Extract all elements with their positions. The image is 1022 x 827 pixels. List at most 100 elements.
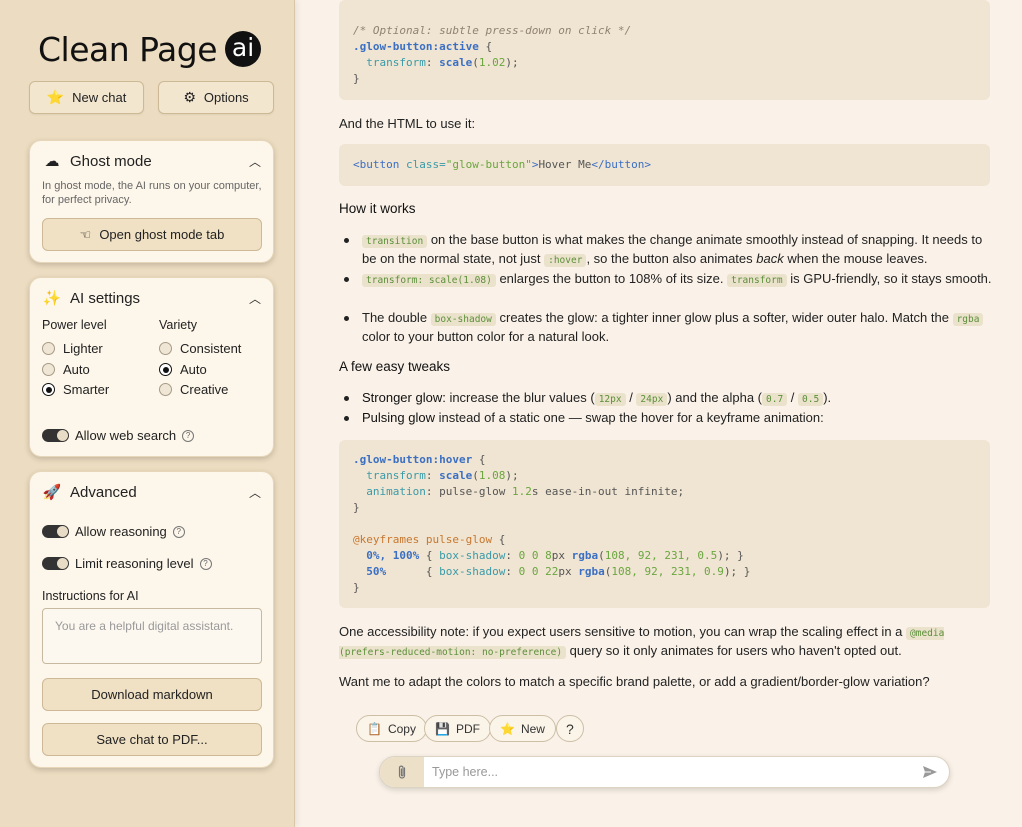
message-input-bar: Type here...: [379, 756, 950, 788]
section-heading: A few easy tweaks: [339, 359, 451, 374]
options-button[interactable]: ⚙ Options: [158, 81, 274, 114]
power-option-smarter[interactable]: Smarter: [42, 382, 109, 397]
new-chat-label: New chat: [72, 90, 127, 105]
bullet-text: transition on the base button is what ma…: [362, 232, 983, 267]
variety-option-creative[interactable]: Creative: [159, 382, 228, 397]
power-option-auto[interactable]: Auto: [42, 362, 90, 377]
limit-reasoning-label: Limit reasoning level: [75, 556, 194, 571]
send-icon[interactable]: [921, 763, 939, 781]
radio-button-selected[interactable]: [42, 383, 55, 396]
radio-button-selected[interactable]: [159, 363, 172, 376]
variety-option-auto[interactable]: Auto: [159, 362, 207, 377]
help-icon[interactable]: ?: [182, 429, 195, 442]
radio-label: Auto: [63, 362, 90, 377]
attach-button[interactable]: [380, 757, 424, 787]
code-line: 0%, 100% { box-shadow: 0 0 8px rgba(108,…: [366, 549, 744, 562]
code-line: @keyframes pulse-glow {: [353, 533, 506, 546]
chevron-up-icon[interactable]: ︿: [249, 153, 261, 170]
copy-button[interactable]: 📋 Copy: [356, 715, 427, 742]
download-markdown-label: Download markdown: [91, 687, 213, 702]
radio-label: Auto: [180, 362, 207, 377]
instructions-label: Instructions for AI: [42, 589, 139, 603]
code-line: }: [353, 501, 360, 514]
allow-reasoning-row[interactable]: Allow reasoning ?: [42, 524, 185, 539]
app-logo: Clean Page ai: [38, 26, 262, 72]
pdf-button[interactable]: 💾 PDF: [424, 715, 491, 742]
new-chat-button[interactable]: ⭐ New chat: [29, 81, 144, 114]
open-ghost-mode-tab-button[interactable]: ☜ Open ghost mode tab: [42, 218, 262, 251]
help-icon[interactable]: ?: [199, 557, 212, 570]
web-search-label: Allow web search: [75, 428, 177, 443]
new-button[interactable]: ⭐ New: [489, 715, 556, 742]
ghost-mode-header[interactable]: ☁ Ghost mode ︿: [42, 150, 262, 172]
new-label: New: [520, 721, 545, 736]
cloud-icon: ☁: [44, 153, 60, 170]
web-search-toggle[interactable]: [42, 429, 69, 442]
radio-label: Creative: [180, 382, 229, 397]
instructions-textarea[interactable]: You are a helpful digital assistant.: [42, 608, 262, 664]
message-paragraph: And the HTML to use it:: [339, 116, 476, 131]
logo-badge: ai: [225, 31, 262, 67]
limit-reasoning-row[interactable]: Limit reasoning level ?: [42, 556, 212, 571]
star-icon: ⭐: [46, 89, 65, 105]
save-pdf-label: Save chat to PDF...: [96, 732, 208, 747]
ghost-mode-title: Ghost mode: [70, 152, 152, 170]
pdf-label: PDF: [455, 721, 480, 736]
download-markdown-button[interactable]: Download markdown: [42, 678, 262, 711]
code-line: .glow-button:active {: [353, 40, 493, 53]
save-pdf-button[interactable]: Save chat to PDF...: [42, 723, 262, 756]
code-line: <button class="glow-button">Hover Me</bu…: [353, 158, 652, 171]
chevron-up-icon[interactable]: ︿: [249, 290, 261, 307]
copy-label: Copy: [387, 721, 416, 736]
ai-settings-title: AI settings: [70, 289, 141, 307]
code-line: .glow-button:hover {: [353, 453, 486, 466]
advanced-title: Advanced: [70, 483, 137, 501]
help-button[interactable]: ?: [556, 715, 584, 742]
code-line: /* Optional: subtle press-down on click …: [353, 24, 632, 37]
bullet-text: Stronger glow: increase the blur values …: [362, 390, 832, 406]
web-search-toggle-row[interactable]: Allow web search ?: [42, 428, 195, 443]
message-paragraph: One accessibility note: if you expect us…: [339, 624, 945, 659]
chat-area: /* Optional: subtle press-down on click …: [296, 0, 1022, 827]
clipboard-icon: 📋: [367, 721, 382, 736]
code-block: /* Optional: subtle press-down on click …: [339, 0, 990, 100]
gear-icon: ⚙: [183, 89, 196, 105]
star-icon: ⭐: [500, 721, 515, 736]
code-line: transform: scale(1.08);: [366, 469, 519, 482]
code-line: }: [353, 72, 360, 85]
variety-option-consistent[interactable]: Consistent: [159, 341, 241, 356]
chevron-up-icon[interactable]: ︿: [249, 484, 261, 501]
code-line: animation: pulse-glow 1.2s ease-in-out i…: [366, 485, 685, 498]
radio-button[interactable]: [159, 383, 172, 396]
rocket-icon: 🚀: [42, 484, 62, 501]
power-level-label: Power level: [42, 318, 107, 332]
help-icon[interactable]: ?: [172, 525, 185, 538]
paperclip-icon: [398, 765, 406, 779]
radio-button[interactable]: [42, 363, 55, 376]
bullet-text: transform: scale(1.08) enlarges the butt…: [362, 270, 992, 289]
limit-reasoning-toggle[interactable]: [42, 557, 69, 570]
radio-button[interactable]: [42, 342, 55, 355]
bullet-text: The double box-shadow creates the glow: …: [362, 309, 992, 345]
logo-text: Clean Page: [38, 29, 218, 69]
sidebar: Clean Page ai ⭐ New chat ⚙ Options ☁ Gho…: [0, 0, 295, 827]
hand-pointing-icon: ☜: [79, 226, 92, 242]
question-icon: ?: [566, 720, 574, 737]
bullet-dot: [344, 396, 349, 401]
allow-reasoning-toggle[interactable]: [42, 525, 69, 538]
radio-button[interactable]: [159, 342, 172, 355]
ghost-mode-card: ☁ Ghost mode ︿ In ghost mode, the AI run…: [29, 140, 274, 263]
power-option-lighter[interactable]: Lighter: [42, 341, 103, 356]
variety-label: Variety: [159, 318, 197, 332]
ai-settings-card: ✨ AI settings ︿ Power level Variety Ligh…: [29, 277, 274, 457]
radio-label: Consistent: [180, 341, 242, 356]
message-input[interactable]: Type here...: [432, 765, 498, 779]
bullet-dot: [344, 416, 349, 421]
code-line: transform: scale(1.02);: [366, 56, 519, 69]
code-line: }: [353, 581, 360, 594]
bullet-dot: [344, 238, 349, 243]
floppy-disk-icon: 💾: [435, 721, 450, 736]
advanced-header[interactable]: 🚀 Advanced ︿: [42, 481, 261, 503]
bullet-dot: [344, 277, 349, 282]
ai-settings-header[interactable]: ✨ AI settings ︿: [42, 287, 261, 309]
